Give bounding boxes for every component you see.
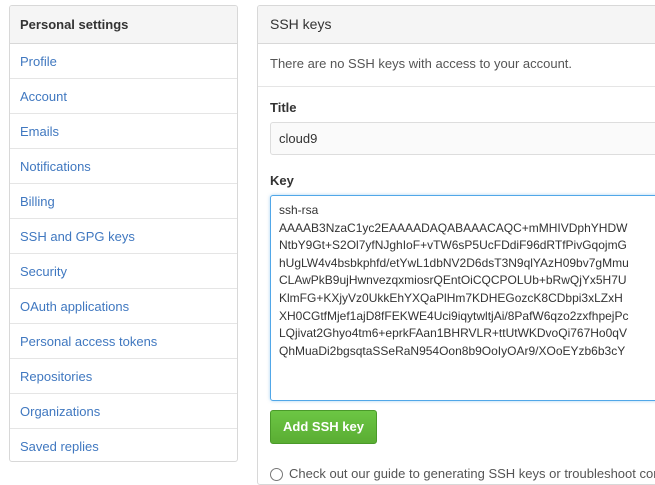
sidebar-item-emails[interactable]: Emails (10, 114, 237, 149)
title-label: Title (270, 100, 297, 115)
sidebar-item-personal-access-tokens[interactable]: Personal access tokens (10, 324, 237, 359)
sidebar-item-profile[interactable]: Profile (10, 44, 237, 79)
ssh-keys-panel: SSH keys There are no SSH keys with acce… (257, 5, 655, 485)
sidebar-item-repositories[interactable]: Repositories (10, 359, 237, 394)
sidebar-item-saved-replies[interactable]: Saved replies (10, 429, 237, 461)
sidebar-title: Personal settings (10, 6, 237, 44)
panel-title: SSH keys (258, 6, 655, 44)
sidebar-item-organizations[interactable]: Organizations (10, 394, 237, 429)
key-textarea[interactable]: ssh-rsa AAAAB3NzaC1yc2EAAAADAQABAAACAQC+… (270, 195, 655, 401)
empty-keys-message: There are no SSH keys with access to you… (270, 56, 573, 71)
settings-sidebar: Personal settings Profile Account Emails… (9, 5, 238, 462)
sidebar-item-notifications[interactable]: Notifications (10, 149, 237, 184)
title-input[interactable]: cloud9 (270, 122, 655, 155)
sidebar-item-billing[interactable]: Billing (10, 184, 237, 219)
sidebar-item-ssh-gpg-keys[interactable]: SSH and GPG keys (10, 219, 237, 254)
key-label: Key (270, 173, 294, 188)
info-icon (270, 468, 283, 482)
sidebar-item-security[interactable]: Security (10, 254, 237, 289)
sidebar-item-account[interactable]: Account (10, 79, 237, 114)
divider (258, 86, 655, 87)
add-ssh-key-button[interactable]: Add SSH key (270, 410, 377, 444)
sidebar-item-oauth-applications[interactable]: OAuth applications (10, 289, 237, 324)
